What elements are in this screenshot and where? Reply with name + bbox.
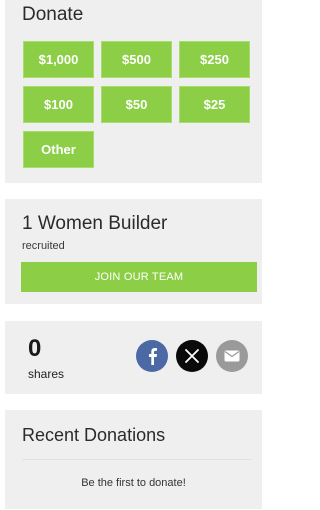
recent-donations-title: Recent Donations (22, 425, 166, 445)
amount-button-50[interactable]: $50 (101, 86, 172, 123)
recent-empty-message: Be the first to donate! (81, 477, 186, 489)
facebook-icon[interactable] (136, 340, 168, 372)
amount-button-1000[interactable]: $1,000 (23, 41, 94, 78)
email-icon[interactable] (216, 340, 248, 372)
amount-button-250[interactable]: $250 (179, 41, 250, 78)
recent-divider (22, 459, 252, 460)
donate-card: Donate $1,000 $500 $250 $100 $50 $25 Oth… (5, 0, 262, 183)
amount-button-25[interactable]: $25 (179, 86, 250, 123)
donate-title: Donate (22, 4, 84, 25)
builder-subtitle: recruited (22, 240, 65, 252)
join-team-button[interactable]: JOIN OUR TEAM (21, 262, 257, 292)
team-builder-card: 1 Women Builder recruited JOIN OUR TEAM (5, 199, 262, 304)
donation-widget-panel: Donate $1,000 $500 $250 $100 $50 $25 Oth… (0, 0, 263, 510)
shares-card: 0 shares (5, 321, 262, 394)
recent-donations-card: Recent Donations Be the first to donate! (5, 410, 262, 509)
amount-button-500[interactable]: $500 (101, 41, 172, 78)
facebook-glyph (149, 348, 157, 365)
share-label: shares (28, 367, 65, 381)
amount-button-other[interactable]: Other (23, 131, 94, 168)
x-icon[interactable] (176, 340, 208, 372)
envelope-glyph (224, 350, 240, 362)
builder-count-title: 1 Women Builder (22, 213, 168, 234)
amount-button-100[interactable]: $100 (23, 86, 94, 123)
share-count: 0 (28, 335, 42, 362)
x-glyph (185, 349, 199, 363)
